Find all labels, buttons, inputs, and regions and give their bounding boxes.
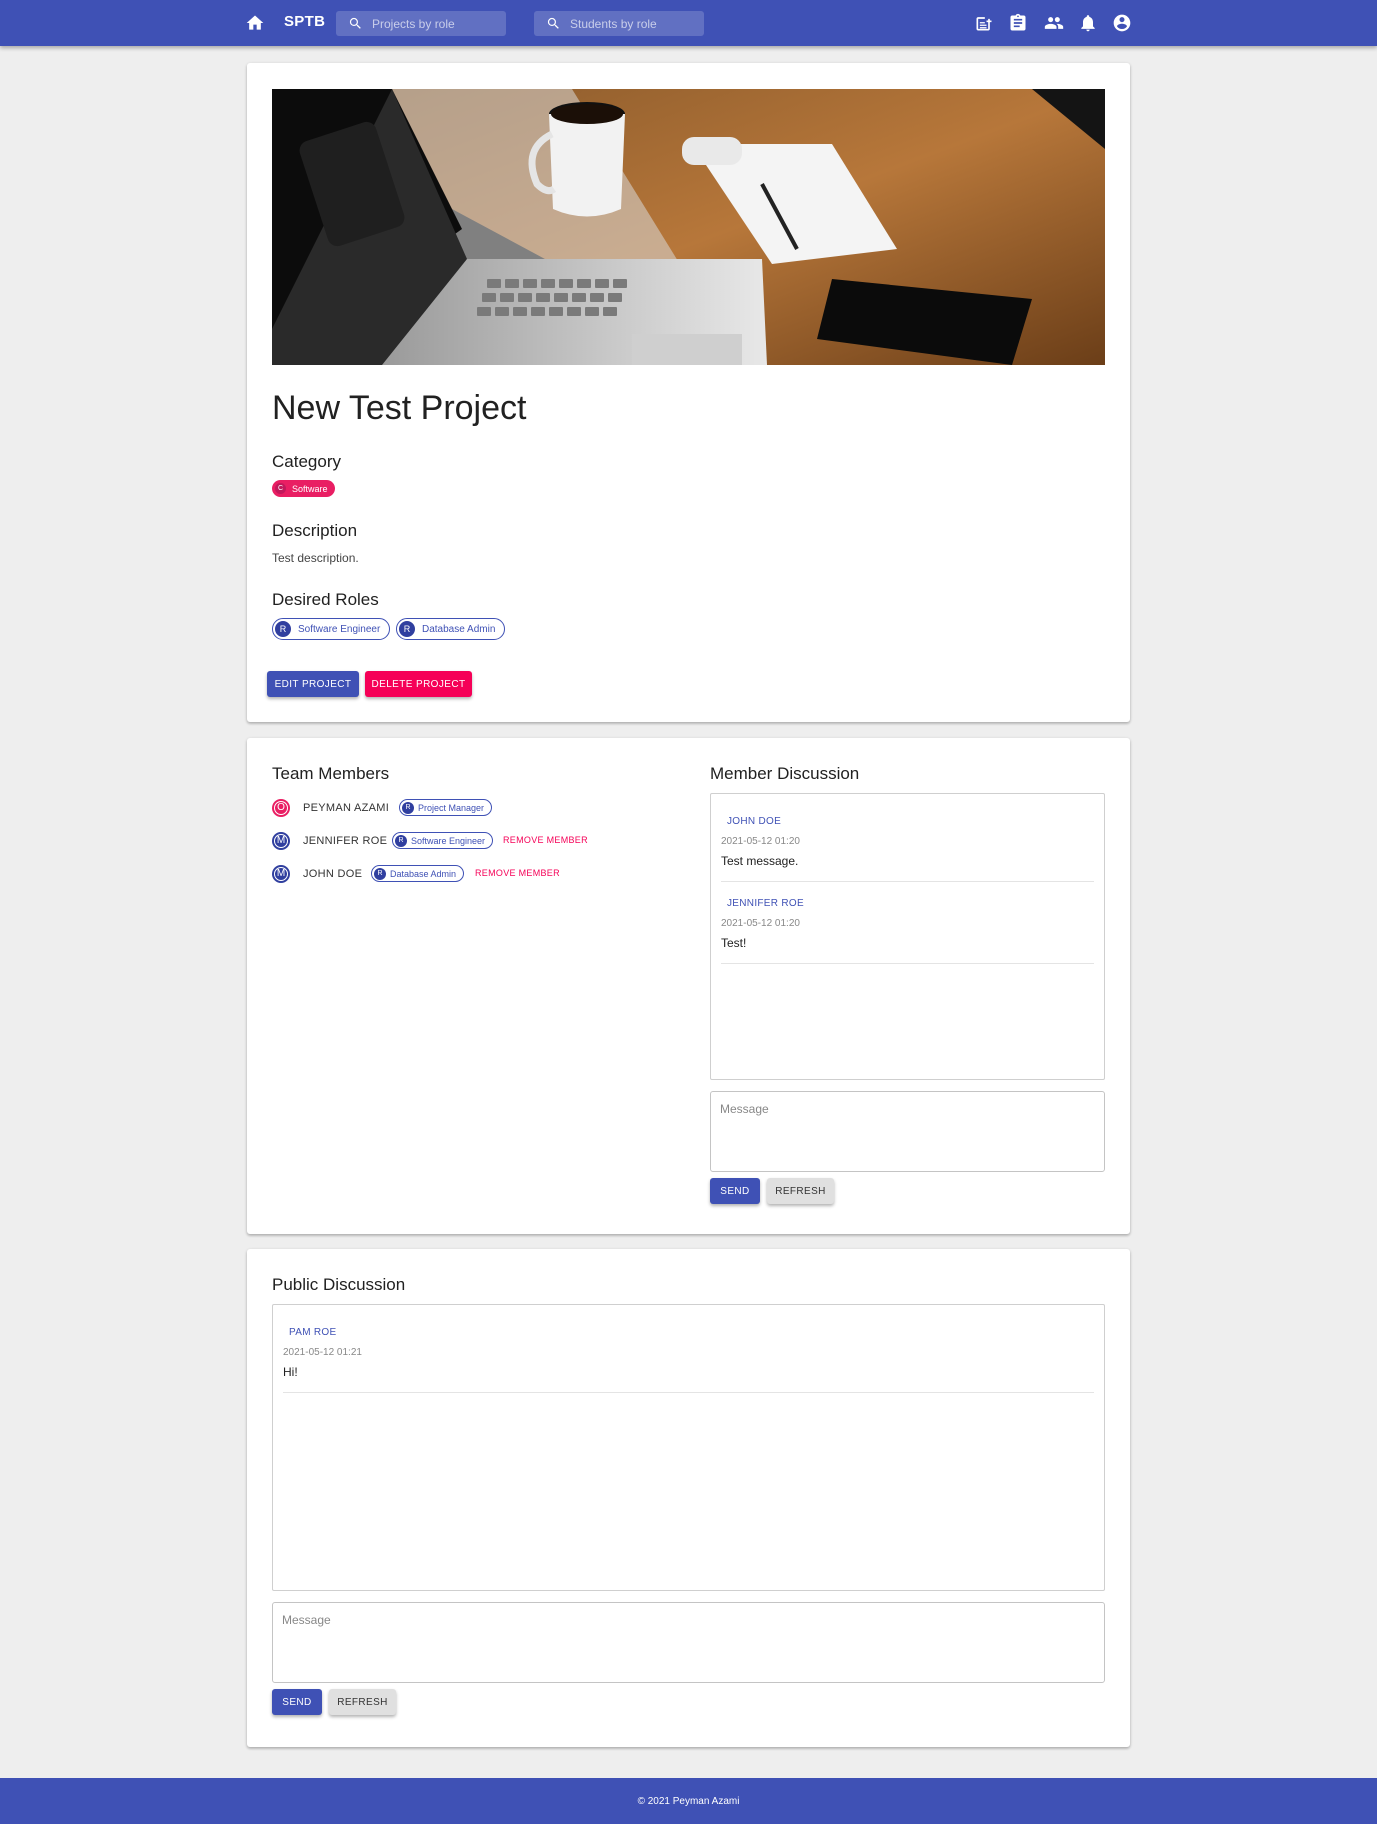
member-name[interactable]: PEYMAN AZAMI: [303, 802, 389, 814]
member-role-chip-label: Database Admin: [390, 868, 457, 879]
role-chip-avatar: R: [399, 621, 415, 637]
message-timestamp: 2021-05-12 01:20: [721, 918, 800, 929]
message-text: Hi!: [283, 1365, 298, 1379]
description-text: Test description.: [272, 551, 359, 565]
member-role-chip-label: Project Manager: [418, 802, 485, 813]
message-author[interactable]: JENNIFER ROE: [727, 898, 804, 909]
search-icon: [349, 17, 361, 29]
role-chip-database-admin: R Database Admin: [396, 618, 506, 640]
category-heading: Category: [272, 452, 341, 471]
team-members-heading: Team Members: [272, 764, 390, 783]
public-discussion-card: Public Discussion PAM ROE 2021-05-12 01:…: [247, 1249, 1130, 1747]
public-send-button[interactable]: SEND: [272, 1689, 322, 1715]
public-messages-list[interactable]: PAM ROE 2021-05-12 01:21 Hi!: [272, 1304, 1105, 1591]
message-item: JOHN DOE 2021-05-12 01:20 Test message.: [721, 816, 1094, 882]
member-send-button[interactable]: SEND: [710, 1178, 760, 1204]
message-timestamp: 2021-05-12 01:20: [721, 836, 800, 847]
search-icon: [547, 17, 559, 29]
member-discussion-heading: Member Discussion: [710, 764, 860, 783]
role-chip-label: Software Engineer: [298, 623, 381, 635]
role-chip-software-engineer: R Software Engineer: [272, 618, 391, 640]
public-message-field[interactable]: [272, 1602, 1105, 1683]
message-text: Test!: [721, 936, 747, 950]
home-icon[interactable]: [245, 13, 265, 33]
member-icon: M: [272, 832, 290, 850]
team-card: Team Members O PEYMAN AZAMI R Project Ma…: [247, 738, 1130, 1234]
project-cover-image: [272, 89, 1105, 365]
role-chip-label: Database Admin: [422, 623, 496, 635]
edit-project-button[interactable]: EDIT PROJECT: [267, 671, 359, 697]
remove-member-button[interactable]: REMOVE MEMBER: [475, 868, 560, 878]
member-message-input[interactable]: [720, 1102, 1095, 1163]
category-chip-label: Software: [292, 483, 328, 494]
search-projects-input[interactable]: [372, 11, 500, 36]
member-name[interactable]: JENNIFER ROE: [303, 835, 387, 847]
desired-roles-heading: Desired Roles: [272, 590, 379, 609]
assignment-icon[interactable]: [1008, 13, 1028, 33]
delete-project-button[interactable]: DELETE PROJECT: [365, 671, 472, 697]
brand-title[interactable]: SPTB: [284, 13, 325, 30]
member-role-chip-avatar: R: [374, 867, 386, 880]
category-chip: C Software: [272, 480, 335, 497]
footer: © 2021 Peyman Azami: [0, 1778, 1377, 1824]
member-name[interactable]: JOHN DOE: [303, 868, 362, 880]
people-icon[interactable]: [1043, 13, 1065, 33]
message-timestamp: 2021-05-12 01:21: [283, 1347, 362, 1358]
member-role-chip: R Software Engineer: [392, 832, 494, 849]
description-heading: Description: [272, 521, 358, 540]
message-text: Test message.: [721, 854, 799, 868]
public-refresh-button[interactable]: REFRESH: [329, 1689, 396, 1715]
owner-icon: O: [272, 799, 290, 817]
member-role-chip: R Database Admin: [371, 865, 465, 882]
member-role-chip-label: Software Engineer: [411, 835, 486, 846]
role-chip-avatar: R: [275, 621, 291, 637]
desk-photo-illustration: [272, 89, 1105, 365]
search-students-input[interactable]: [570, 11, 698, 36]
notifications-icon[interactable]: [1078, 13, 1098, 33]
project-title: New Test Project: [272, 389, 527, 427]
search-students[interactable]: [534, 11, 704, 36]
category-chip-avatar: C: [275, 483, 286, 494]
member-message-field[interactable]: [710, 1091, 1105, 1172]
member-role-chip: R Project Manager: [399, 799, 493, 816]
message-item: JENNIFER ROE 2021-05-12 01:20 Test!: [721, 898, 1094, 964]
message-author[interactable]: JOHN DOE: [727, 816, 781, 827]
app-bar: SPTB: [0, 0, 1377, 46]
account-circle-icon[interactable]: [1112, 13, 1132, 33]
member-messages-list[interactable]: JOHN DOE 2021-05-12 01:20 Test message. …: [710, 793, 1105, 1080]
footer-copyright: © 2021 Peyman Azami: [637, 1795, 740, 1807]
member-role-chip-avatar: R: [395, 834, 407, 847]
message-author[interactable]: PAM ROE: [289, 1327, 336, 1338]
message-item: PAM ROE 2021-05-12 01:21 Hi!: [283, 1327, 1094, 1393]
member-refresh-button[interactable]: REFRESH: [767, 1178, 834, 1204]
search-projects[interactable]: [336, 11, 506, 36]
member-icon: M: [272, 865, 290, 883]
public-message-input[interactable]: [282, 1613, 1095, 1674]
project-card: New Test Project Category C Software Des…: [247, 63, 1130, 722]
remove-member-button[interactable]: REMOVE MEMBER: [503, 835, 588, 845]
public-discussion-heading: Public Discussion: [272, 1275, 406, 1294]
member-role-chip-avatar: R: [402, 801, 414, 814]
create-project-icon[interactable]: [974, 13, 994, 33]
